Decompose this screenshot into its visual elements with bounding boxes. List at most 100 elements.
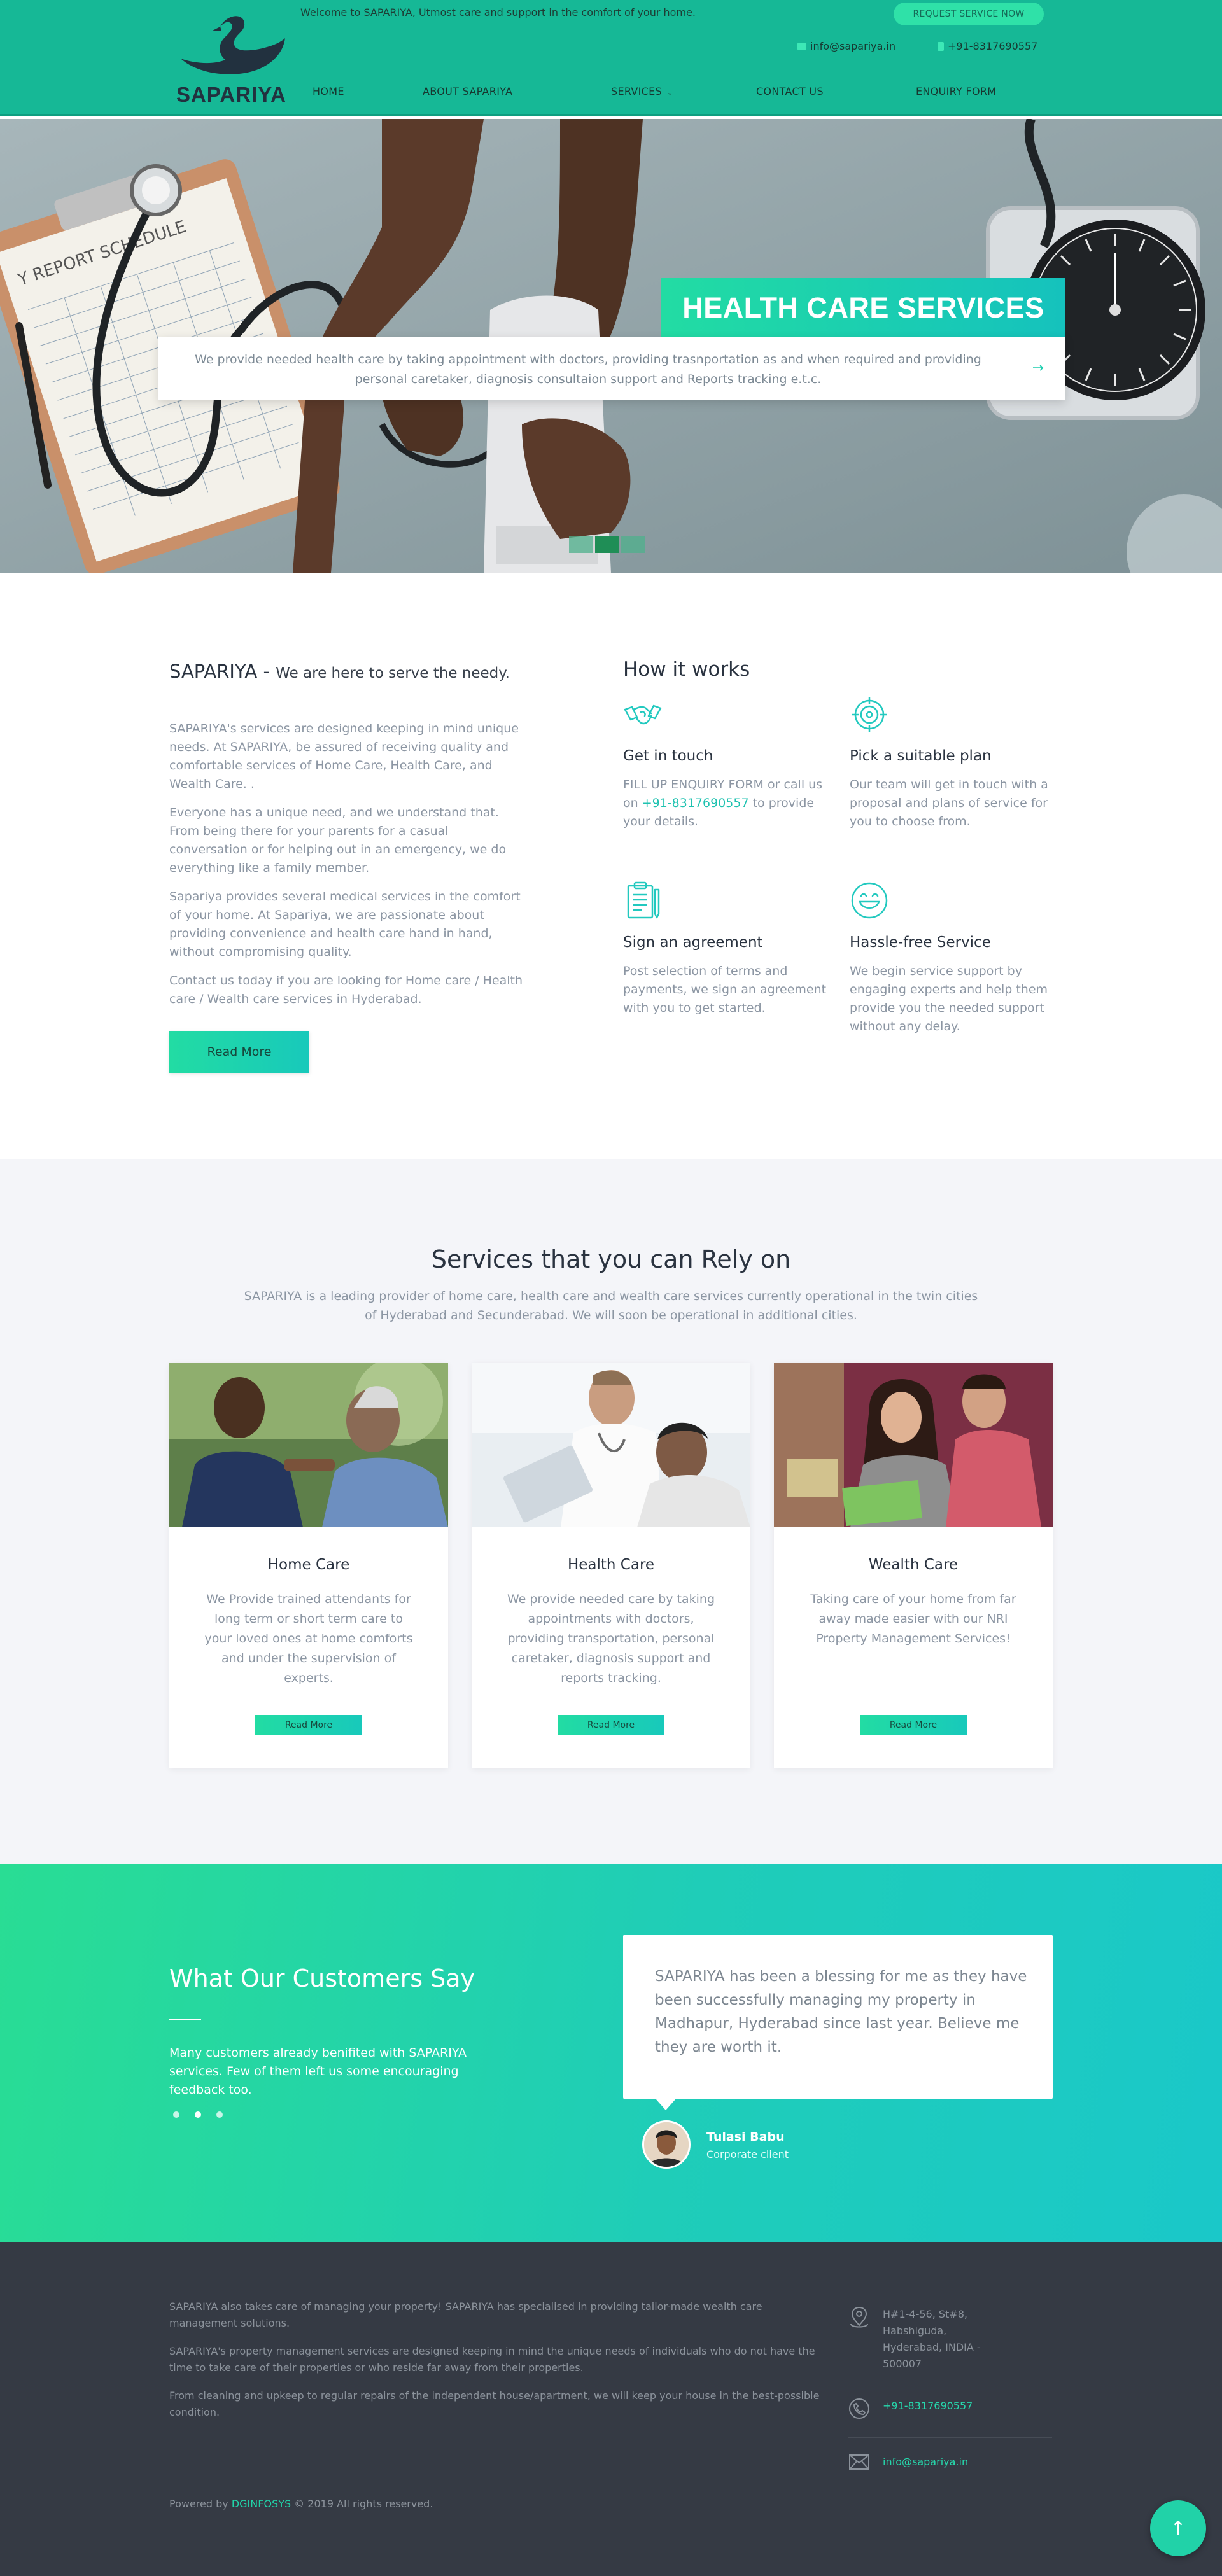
hero-description-box: We provide needed health care by taking …	[158, 337, 1065, 400]
header-phone-text: +91-8317690557	[948, 40, 1038, 52]
nav-services[interactable]: SERVICES ⌄	[611, 85, 673, 97]
request-service-button[interactable]: REQUEST SERVICE NOW	[894, 3, 1044, 25]
testimonial-dot[interactable]	[216, 2111, 223, 2118]
footer-paragraph: From cleaning and upkeep to regular repa…	[169, 2390, 820, 2418]
services-title: Services that you can Rely on	[431, 1245, 791, 1273]
testimonial-dot[interactable]	[173, 2111, 179, 2118]
footer-phone-text: +91-8317690557	[883, 2400, 973, 2412]
phone-icon	[849, 2398, 869, 2419]
step-title: Sign an agreement	[623, 934, 763, 951]
scroll-to-top-button[interactable]: ↑	[1150, 2500, 1206, 2556]
wealth-care-read-more-button[interactable]: Read More	[860, 1715, 967, 1735]
client-name: Tulasi Babu	[706, 2130, 785, 2144]
logo[interactable]: SAPARIYA	[176, 8, 287, 109]
title-underline	[169, 2019, 201, 2020]
swan-icon	[181, 16, 285, 74]
footer-paragraph: SAPARIYA also takes care of managing you…	[169, 2300, 762, 2329]
service-card-home-care: Home Care We Provide trained attendants …	[169, 1363, 448, 1768]
about-paragraph: SAPARIYA's services are designed keeping…	[169, 722, 519, 791]
about-title: SAPARIYA - We are here to serve the need…	[169, 659, 513, 685]
clipboard-icon	[627, 881, 660, 919]
service-card-wealth-care: Wealth Care Taking care of your home fro…	[774, 1363, 1053, 1768]
testimonial-dot-active[interactable]	[195, 2111, 201, 2118]
card-title: Wealth Care	[868, 1557, 959, 1573]
about-paragraph: Sapariya provides several medical servic…	[169, 890, 521, 959]
hero-title: HEALTH CARE SERVICES	[661, 278, 1065, 337]
handshake-icon	[624, 704, 662, 725]
mail-icon	[849, 2454, 869, 2470]
health-care-read-more-button[interactable]: Read More	[558, 1715, 664, 1735]
avatar	[642, 2120, 691, 2169]
hero-slider: Y REPORT SCHEDULE HEALTH CARE SERVICES W…	[0, 119, 1222, 573]
slider-dot[interactable]	[569, 536, 593, 553]
header-phone[interactable]: +91-8317690557	[938, 40, 1037, 52]
target-icon	[852, 697, 887, 732]
step-sign-agreement: Sign an agreement Post selection of term…	[623, 881, 827, 1018]
welcome-text: Welcome to SAPARIYA, Utmost care and sup…	[300, 6, 696, 18]
location-pin-icon	[850, 2306, 868, 2328]
testimonial-dots	[173, 2111, 223, 2118]
home-care-image	[169, 1363, 448, 1527]
quote-tail	[656, 2099, 676, 2110]
step-title: Hassle-free Service	[850, 934, 991, 951]
arrow-up-icon: ↑	[1170, 2517, 1186, 2540]
slider-dot-active[interactable]	[595, 536, 619, 553]
step-hassle-free: Hassle-free Service We begin service sup…	[850, 881, 1053, 1036]
client-role: Corporate client	[706, 2148, 789, 2160]
logo-text: SAPARIYA	[176, 83, 287, 106]
nav-home[interactable]: HOME	[313, 85, 344, 97]
step-text: Our team will get in touch with a propos…	[850, 778, 1048, 829]
nav-contact[interactable]: CONTACT US	[756, 85, 824, 97]
footer-copyright: Powered by DGINFOSYS © 2019 All rights r…	[169, 2498, 433, 2510]
step-title: Pick a suitable plan	[850, 748, 992, 764]
card-title: Home Care	[267, 1557, 350, 1573]
header-email[interactable]: info@sapariya.in	[797, 40, 895, 52]
step-text: FILL UP ENQUIRY FORM or call us on +91-8…	[623, 776, 827, 831]
about-read-more-button[interactable]: Read More	[169, 1031, 309, 1073]
step-text: We begin service support by engaging exp…	[850, 964, 1048, 1033]
smile-icon	[851, 882, 888, 919]
step-text: Post selection of terms and payments, we…	[623, 964, 827, 1015]
step-phone-link[interactable]: +91-8317690557	[642, 796, 749, 810]
hero-description: We provide needed health care by taking …	[195, 353, 981, 386]
footer-address: H#1-4-56, St#8, Habshiguda, Hyderabad, I…	[848, 2306, 985, 2372]
about-paragraph: Everyone has a unique need, and we under…	[169, 806, 507, 875]
testimonials-title: What Our Customers Say	[169, 1964, 475, 1992]
card-title: Health Care	[567, 1557, 655, 1573]
home-care-read-more-button[interactable]: Read More	[255, 1715, 362, 1735]
service-card-health-care: Health Care We provide needed care by ta…	[472, 1363, 750, 1768]
footer-address-text: H#1-4-56, St#8, Habshiguda, Hyderabad, I…	[883, 2308, 981, 2370]
arrow-right-icon[interactable]: →	[1032, 360, 1044, 376]
copyright-text: © 2019 All rights reserved.	[291, 2498, 433, 2510]
step-pick-plan: Pick a suitable plan Our team will get i…	[850, 696, 1053, 831]
about-paragraph: Contact us today if you are looking for …	[169, 974, 523, 1006]
footer-email[interactable]: info@sapariya.in	[848, 2454, 968, 2470]
powered-company-link[interactable]: DGINFOSYS	[232, 2498, 291, 2510]
powered-prefix: Powered by	[169, 2498, 232, 2510]
health-care-image	[472, 1363, 750, 1527]
footer-phone[interactable]: +91-8317690557	[848, 2398, 973, 2419]
about-brand: SAPARIYA -	[169, 661, 270, 682]
card-text: We Provide trained attendants for long t…	[204, 1592, 413, 1685]
services-subtitle: SAPARIYA is a leading provider of home c…	[244, 1289, 978, 1322]
card-text: Taking care of your home from far away m…	[810, 1592, 1016, 1646]
phone-icon	[938, 41, 944, 51]
nav-services-label: SERVICES	[611, 85, 663, 97]
nav-enquiry[interactable]: ENQUIRY FORM	[916, 85, 996, 97]
slider-dots	[569, 536, 645, 553]
slider-dot[interactable]	[621, 536, 645, 553]
testimonials-text: Many customers already benifited with SA…	[169, 2046, 467, 2097]
footer-email-text: info@sapariya.in	[883, 2456, 969, 2468]
card-text: We provide needed care by taking appoint…	[507, 1592, 715, 1685]
how-it-works-title: How it works	[623, 658, 750, 681]
chevron-down-icon: ⌄	[667, 88, 673, 97]
step-title: Get in touch	[623, 748, 713, 764]
wealth-care-image	[774, 1363, 1053, 1527]
header-email-text: info@sapariya.in	[810, 40, 896, 52]
testimonial-quote: SAPARIYA has been a blessing for me as t…	[655, 1968, 1027, 2055]
nav-about[interactable]: ABOUT SAPARIYA	[423, 85, 512, 97]
testimonial-quote-box: SAPARIYA has been a blessing for me as t…	[623, 1935, 1053, 2099]
step-get-in-touch: Get in touch FILL UP ENQUIRY FORM or cal…	[623, 696, 827, 831]
mail-icon	[797, 42, 806, 50]
divider	[848, 2437, 1052, 2438]
